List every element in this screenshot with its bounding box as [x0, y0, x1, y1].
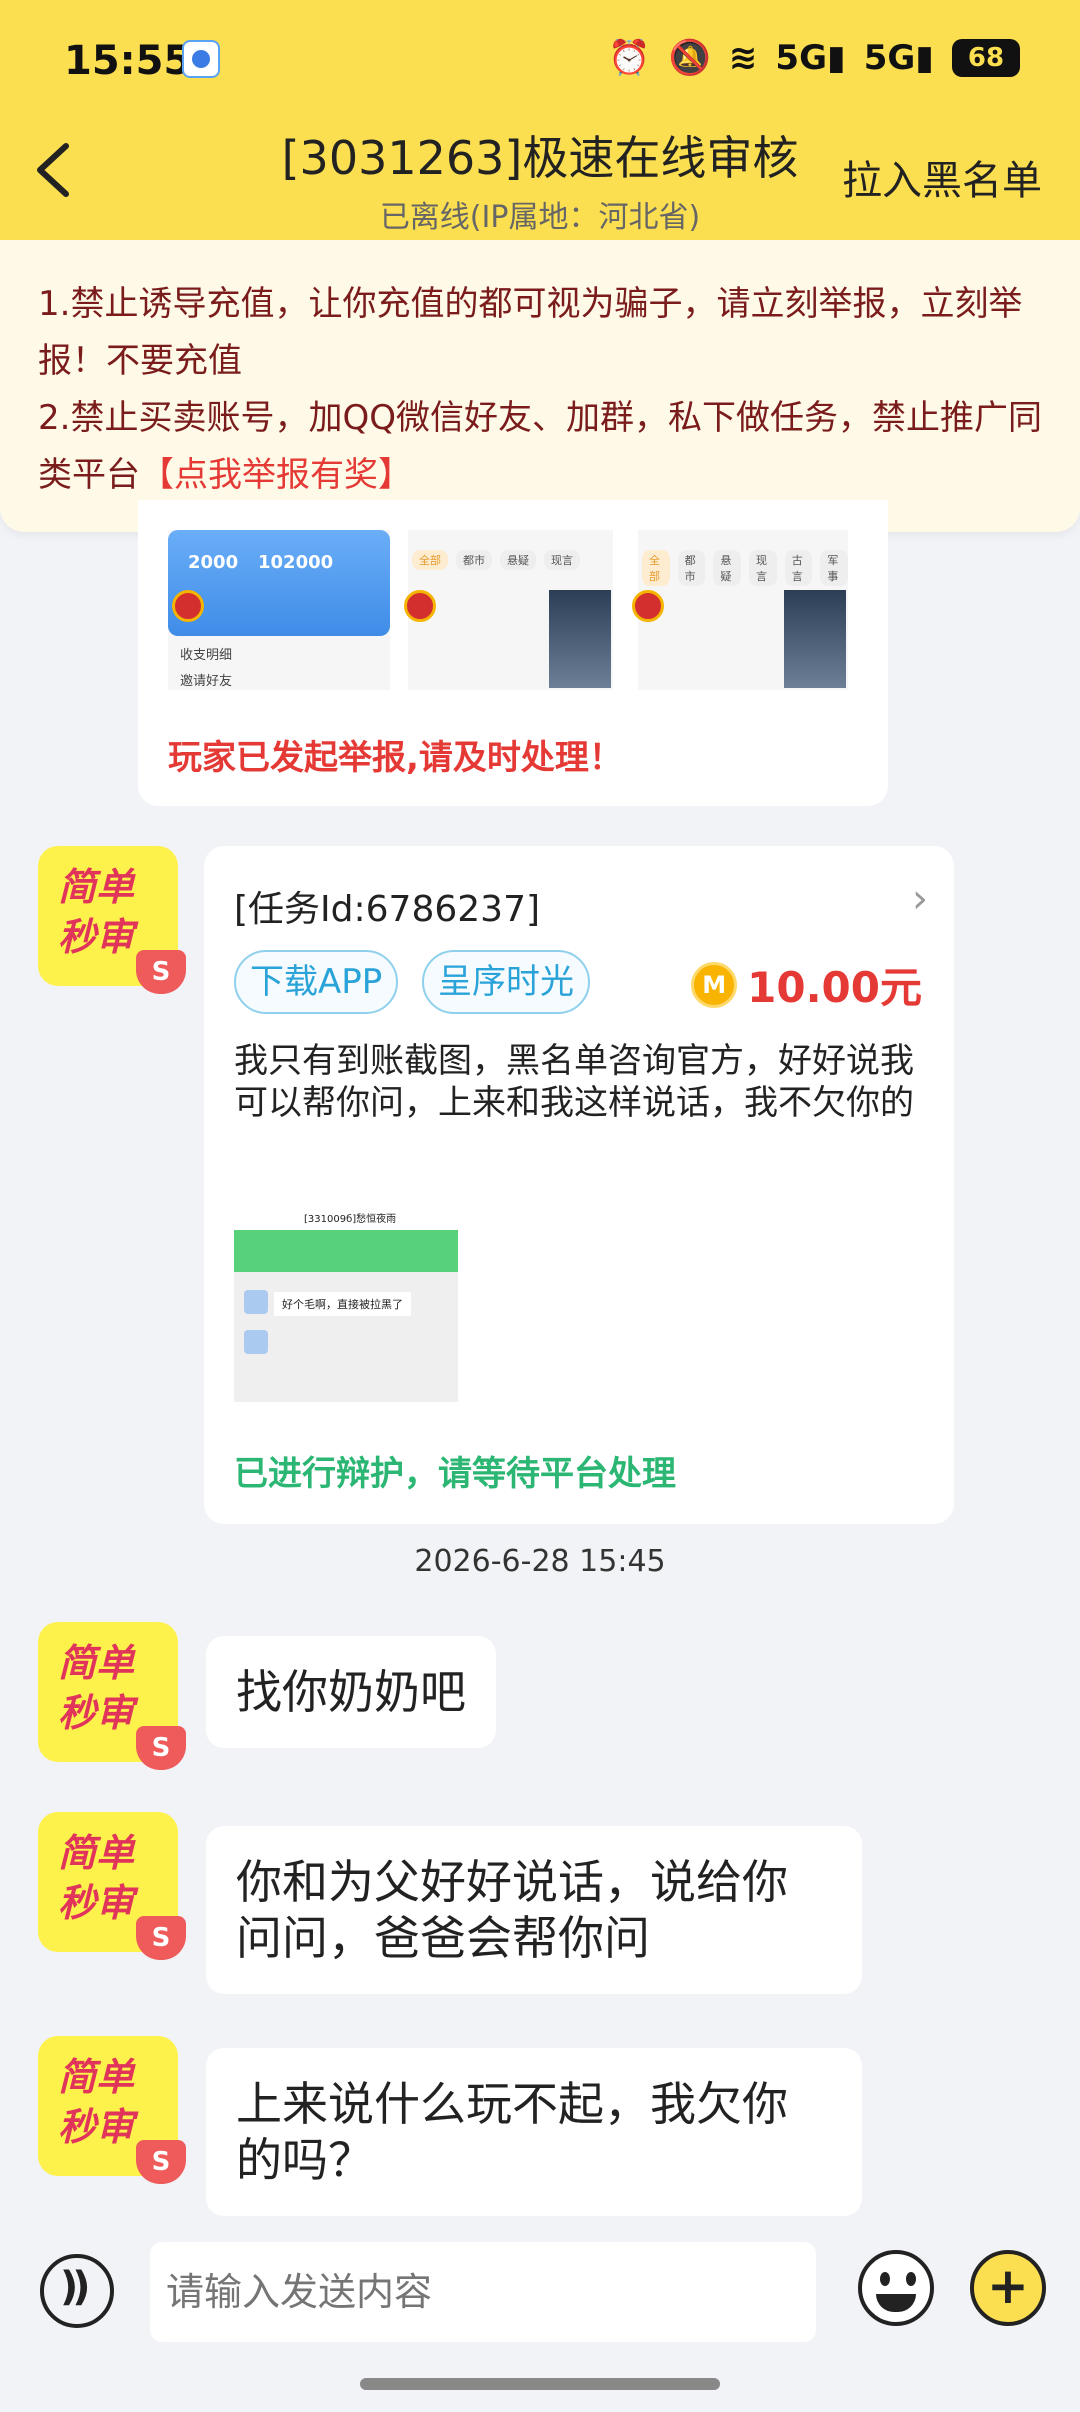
tag: 悬疑	[713, 550, 742, 586]
task-message: 我只有到账截图，黑名单咨询官方，好好说我可以帮你问，上来和我这样说话，我不欠你的	[234, 1041, 914, 1123]
mute-bell-icon: 🔕	[668, 38, 711, 78]
message-bubble[interactable]: 上来说什么玩不起，我欠你的吗？	[206, 2048, 862, 2216]
avatar-text: 简单 秒审	[58, 1828, 134, 1928]
task-reward: M 10.00元	[691, 954, 922, 1015]
message-input[interactable]	[150, 2242, 816, 2342]
chevron-right-icon[interactable]: ›	[912, 876, 928, 922]
coin-icon: M	[691, 961, 738, 1008]
status-bar: 15:55 ⏰ 🔕 ≋ 5G▮ 5G▮ 68	[0, 0, 1080, 120]
rules-notice: 1.禁止诱导充值，让你充值的都可视为骗子，请立刻举报，立刻举报！不要充值 2.禁…	[0, 240, 1080, 532]
red-coin-icon	[632, 590, 664, 622]
shot-header: [331009б]愁恒夜雨	[234, 1180, 458, 1230]
tag: 都市	[677, 550, 706, 586]
thumb-tags: 全部 都市 悬疑 现言	[412, 550, 580, 570]
tag: 都市	[456, 550, 492, 570]
tag: 军事	[820, 550, 848, 586]
avatar-line-2: 秒审	[58, 915, 135, 959]
poster-image	[784, 590, 846, 688]
avatar[interactable]: 简单秒审 S	[38, 2036, 186, 2184]
tag: 悬疑	[500, 550, 536, 570]
status-time: 15:55	[64, 38, 192, 84]
home-indicator[interactable]	[360, 2378, 720, 2390]
thumb-row-2: 邀请好友	[180, 674, 233, 689]
task-tag-app: 呈序时光	[422, 950, 590, 1014]
blacklist-button[interactable]: 拉入黑名单	[842, 148, 1042, 206]
avatar-text: 简单 秒审	[58, 1638, 134, 1738]
thumb-tags: 全部 都市 悬疑 现言 古言 军事	[642, 550, 848, 586]
wifi-icon: ≋	[728, 38, 758, 78]
avatar-line-2: 秒审	[58, 1881, 135, 1925]
app-notification-icon	[182, 40, 220, 78]
report-screenshots[interactable]: 2000 102000 收支明细 邀请好友 全部 都市 悬疑 现言 全部 都市 …	[168, 530, 868, 690]
screenshot-thumb-3[interactable]: 全部 都市 悬疑 现言 古言 军事	[638, 530, 848, 690]
screenshot-thumb-2[interactable]: 全部 都市 悬疑 现言	[408, 530, 613, 690]
status-icons: ⏰ 🔕 ≋ 5G▮ 5G▮ 68	[608, 38, 1020, 78]
signal-5g-label-2: 5G	[863, 38, 916, 78]
avatar-line-2: 秒审	[58, 1691, 135, 1735]
balance-num-1: 2000	[188, 552, 239, 573]
tag: 全部	[642, 550, 670, 586]
message-timestamp: 2026-6-28 15:45	[414, 1544, 666, 1579]
voice-icon[interactable]	[40, 2254, 114, 2328]
thumb-row-1: 收支明细	[180, 648, 233, 663]
report-reward-link[interactable]: 【点我举报有奖】	[140, 455, 412, 495]
shot-bubble: 好个毛啊，直接被拉黑了	[274, 1292, 411, 1316]
message-bubble[interactable]: 找你奶奶吧	[206, 1636, 496, 1748]
signal-5g-label: 5G	[775, 38, 827, 78]
report-status: 玩家已发起举报,请及时处理！	[168, 738, 623, 778]
plus-icon[interactable]: +	[970, 2250, 1046, 2326]
shot-avatar	[244, 1290, 268, 1314]
tag: 现言	[749, 550, 777, 586]
message-bubble[interactable]: 你和为父好好说话，说给你问问，爸爸会帮你问	[206, 1826, 862, 1994]
tag: 古言	[784, 550, 813, 586]
red-coin-icon	[404, 590, 436, 622]
balance-panel: 2000 102000	[168, 530, 390, 636]
battery-icon: 68	[952, 39, 1020, 77]
header: 15:55 ⏰ 🔕 ≋ 5G▮ 5G▮ 68 [3031263]极速在线审核 已…	[0, 0, 1080, 240]
report-card[interactable]: 2000 102000 收支明细 邀请好友 全部 都市 悬疑 现言 全部 都市 …	[138, 500, 888, 806]
defense-status: 已进行辩护，请等待平台处理	[234, 1454, 676, 1494]
task-tag-download: 下载APP	[234, 950, 399, 1014]
reward-amount: 10.00元	[747, 963, 922, 1012]
avatar-text: 简单 秒审	[58, 2052, 134, 2152]
notice-line-2: 2.禁止买卖账号，加QQ微信好友、加群，私下做任务，禁止推广同类平台【点我举报有…	[38, 390, 1042, 504]
tag: 全部	[412, 550, 448, 570]
shot-title: [331009б]愁恒夜雨	[304, 1214, 397, 1225]
avatar-line-1: 简单	[58, 1831, 135, 1875]
task-card[interactable]: [任务Id:6786237] › 下载APP 呈序时光 M 10.00元 我只有…	[204, 846, 954, 1524]
signal-5g-icon: 5G▮	[775, 38, 846, 78]
avatar-line-1: 简单	[58, 1641, 135, 1685]
task-id: [任务Id:6786237]	[234, 889, 541, 930]
poster-image	[549, 590, 611, 688]
tag: 现言	[544, 550, 580, 570]
shot-avatar	[244, 1330, 268, 1354]
signal-5g-icon-2: 5G▮	[863, 38, 934, 78]
avatar-line-1: 简单	[58, 2055, 135, 2099]
avatar[interactable]: 简单秒审 S	[38, 1622, 186, 1770]
avatar-text: 简单 秒审	[58, 862, 134, 962]
avatar-badge: S	[136, 1726, 186, 1770]
alarm-icon: ⏰	[608, 38, 651, 78]
avatar-badge: S	[136, 1916, 186, 1960]
red-coin-icon	[172, 590, 204, 622]
balance-num-2: 102000	[258, 552, 334, 573]
notice-line-1: 1.禁止诱导充值，让你充值的都可视为骗子，请立刻举报，立刻举报！不要充值	[38, 284, 1023, 381]
avatar-badge: S	[136, 950, 186, 994]
avatar[interactable]: 简单秒审 S	[38, 1812, 186, 1960]
shot-notice	[234, 1230, 458, 1272]
avatar-line-2: 秒审	[58, 2105, 135, 2149]
avatar[interactable]: 简单秒审 S	[38, 846, 186, 994]
avatar-badge: S	[136, 2140, 186, 2184]
avatar-line-1: 简单	[58, 865, 135, 909]
emoji-icon[interactable]	[858, 2250, 934, 2326]
attached-screenshot[interactable]: [331009б]愁恒夜雨 好个毛啊，直接被拉黑了	[234, 1180, 458, 1402]
